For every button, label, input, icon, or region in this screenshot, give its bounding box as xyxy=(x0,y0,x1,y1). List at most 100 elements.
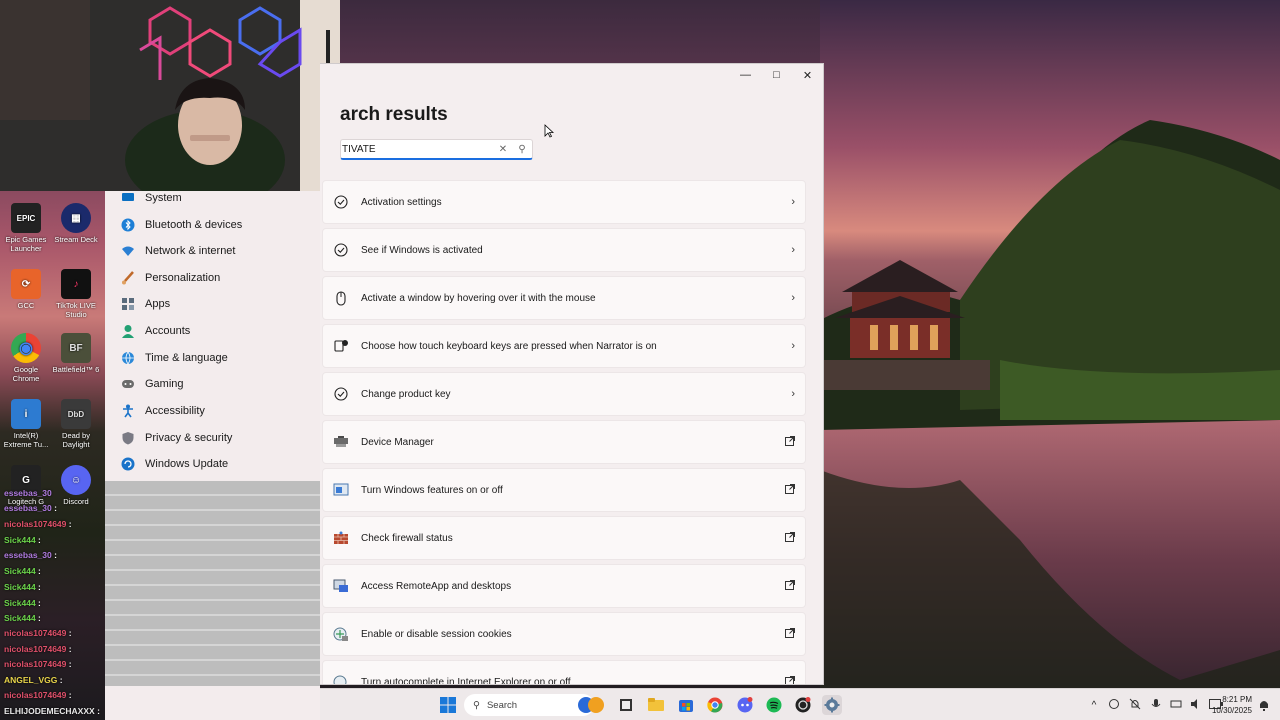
microphone-icon[interactable] xyxy=(1146,698,1166,713)
clear-search-icon[interactable]: ✕ xyxy=(494,144,512,155)
result-see-if-windows-activated[interactable]: See if Windows is activated › xyxy=(322,228,806,272)
nav-item-apps[interactable]: Apps xyxy=(121,291,311,317)
spotify-icon[interactable] xyxy=(764,695,784,715)
nav-item-time-language[interactable]: Time & language xyxy=(121,345,311,371)
nav-item-windows-update[interactable]: Windows Update xyxy=(121,451,311,477)
desktop-icon-epic-games[interactable]: EPIC Epic Games Launcher xyxy=(0,203,52,253)
desktop-icon-label: Stream Deck xyxy=(54,235,98,244)
desktop-icon-label: Dead by Daylight xyxy=(62,431,90,449)
apps-icon xyxy=(121,297,135,311)
chat-message: Sick444 : xyxy=(4,566,41,576)
nav-item-label: Gaming xyxy=(145,378,184,390)
desktop-icon-stream-deck[interactable]: ▦ Stream Deck xyxy=(50,203,102,244)
external-link-icon xyxy=(785,579,795,593)
intel-icon: i xyxy=(11,399,41,429)
chat-message: ANGEL_VGG : xyxy=(4,675,63,685)
nav-item-label: Time & language xyxy=(145,352,228,364)
nav-item-bluetooth[interactable]: Bluetooth & devices xyxy=(121,212,311,238)
result-label: Activate a window by hovering over it wi… xyxy=(361,292,596,304)
result-label: See if Windows is activated xyxy=(361,244,483,256)
result-narrator-touch-keyboard[interactable]: Choose how touch keyboard keys are press… xyxy=(322,324,806,368)
desktop-icon-intel-xtu[interactable]: i Intel(R) Extreme Tu... xyxy=(0,399,52,449)
globe-icon xyxy=(121,351,135,365)
system-tray: ^ xyxy=(1084,689,1226,720)
result-change-product-key[interactable]: Change product key › xyxy=(322,372,806,416)
chat-message: Sick444 : xyxy=(4,582,41,592)
clock-date: 10/30/2025 xyxy=(1211,706,1252,715)
desktop-icon-tiktok-live[interactable]: ♪ TikTok LIVE Studio xyxy=(50,269,102,319)
result-device-manager[interactable]: Device Manager xyxy=(322,420,806,464)
discord-taskbar-icon[interactable] xyxy=(735,695,755,715)
chrome-icon: ◉ xyxy=(11,333,41,363)
webcam-overlay xyxy=(0,0,340,191)
notifications-off-icon[interactable] xyxy=(1124,698,1146,713)
widgets-icon[interactable] xyxy=(576,695,606,715)
start-button[interactable] xyxy=(438,695,458,715)
chat-message: Sick444 : xyxy=(4,613,41,623)
result-label: Change product key xyxy=(361,388,451,400)
minimize-button[interactable]: — xyxy=(730,64,761,86)
result-ie-autocomplete[interactable]: Turn autocomplete in Internet Explorer o… xyxy=(322,660,806,684)
result-check-firewall[interactable]: Check firewall status xyxy=(322,516,806,560)
stream-deck-icon: ▦ xyxy=(61,203,91,233)
result-activation-settings[interactable]: Activation settings › xyxy=(322,180,806,224)
gamepad-icon xyxy=(121,377,135,391)
device-manager-icon xyxy=(333,434,349,450)
result-session-cookies[interactable]: Enable or disable session cookies xyxy=(322,612,806,656)
shield-icon xyxy=(121,431,135,445)
result-activate-window-hover[interactable]: Activate a window by hovering over it wi… xyxy=(322,276,806,320)
page-title: arch results xyxy=(340,104,448,125)
taskbar-search[interactable]: ⚲ Search xyxy=(464,694,594,716)
result-label: Choose how touch keyboard keys are press… xyxy=(361,340,657,352)
chat-message: essebas_30 xyxy=(4,488,52,498)
chat-message: nicolas1074649 : xyxy=(4,519,72,529)
close-button[interactable]: ✕ xyxy=(792,64,823,86)
nav-item-accounts[interactable]: Accounts xyxy=(121,318,311,344)
search-icon[interactable]: ⚲ xyxy=(512,144,532,155)
volume-icon[interactable] xyxy=(1186,698,1206,713)
maximize-button[interactable]: □ xyxy=(761,64,792,86)
chevron-right-icon: › xyxy=(791,292,795,304)
mouse-icon xyxy=(333,290,349,306)
result-label: Enable or disable session cookies xyxy=(361,628,512,640)
nav-item-privacy-security[interactable]: Privacy & security xyxy=(121,425,311,451)
desktop-icon-dead-by-daylight[interactable]: DbD Dead by Daylight xyxy=(50,399,102,449)
desktop-icon-gcc[interactable]: ⟳ GCC xyxy=(0,269,52,310)
nav-item-accessibility[interactable]: Accessibility xyxy=(121,398,311,424)
chevron-right-icon: › xyxy=(791,244,795,256)
desktop-icon-label: GCC xyxy=(17,301,35,310)
result-remoteapp[interactable]: Access RemoteApp and desktops xyxy=(322,564,806,608)
store-icon[interactable] xyxy=(676,695,696,715)
windows-features-icon xyxy=(333,482,349,498)
settings-search-box[interactable]: TIVATE ✕ ⚲ xyxy=(340,139,533,160)
narrator-icon xyxy=(333,338,349,354)
desktop-icon-label: Google Chrome xyxy=(12,365,40,383)
nav-item-network[interactable]: Network & internet xyxy=(121,238,311,264)
result-label: Device Manager xyxy=(361,436,434,448)
epic-games-icon: EPIC xyxy=(11,203,41,233)
nav-item-gaming[interactable]: Gaming xyxy=(121,371,311,397)
nav-bottom-strip xyxy=(105,686,320,720)
network-icon[interactable] xyxy=(1166,698,1186,713)
file-explorer-icon[interactable] xyxy=(646,695,666,715)
taskbar-clock[interactable]: 8:21 PM 10/30/2025 xyxy=(1212,694,1252,716)
dead-by-daylight-icon: DbD xyxy=(61,399,91,429)
settings-taskbar-icon[interactable] xyxy=(822,695,842,715)
check-circle-icon xyxy=(333,386,349,402)
chrome-taskbar-icon[interactable] xyxy=(705,695,725,715)
sync-icon[interactable] xyxy=(1104,698,1124,713)
chat-message: nicolas1074649 : xyxy=(4,659,72,669)
task-view-icon[interactable] xyxy=(616,695,636,715)
notification-center-icon[interactable] xyxy=(1254,695,1274,715)
chevron-up-icon[interactable]: ^ xyxy=(1084,700,1104,711)
result-windows-features[interactable]: Turn Windows features on or off xyxy=(322,468,806,512)
desktop-icon-chrome[interactable]: ◉ Google Chrome xyxy=(0,333,52,383)
chat-message: essebas_30 : xyxy=(4,550,57,560)
nav-item-system[interactable]: System xyxy=(121,185,311,211)
nav-item-personalization[interactable]: Personalization xyxy=(121,265,311,291)
person-icon xyxy=(121,324,135,338)
obs-icon[interactable] xyxy=(793,695,813,715)
desktop-icon-battlefield[interactable]: BF Battlefield™ 6 xyxy=(50,333,102,374)
nav-placeholder-area xyxy=(105,481,320,686)
search-input[interactable]: TIVATE xyxy=(342,144,494,155)
